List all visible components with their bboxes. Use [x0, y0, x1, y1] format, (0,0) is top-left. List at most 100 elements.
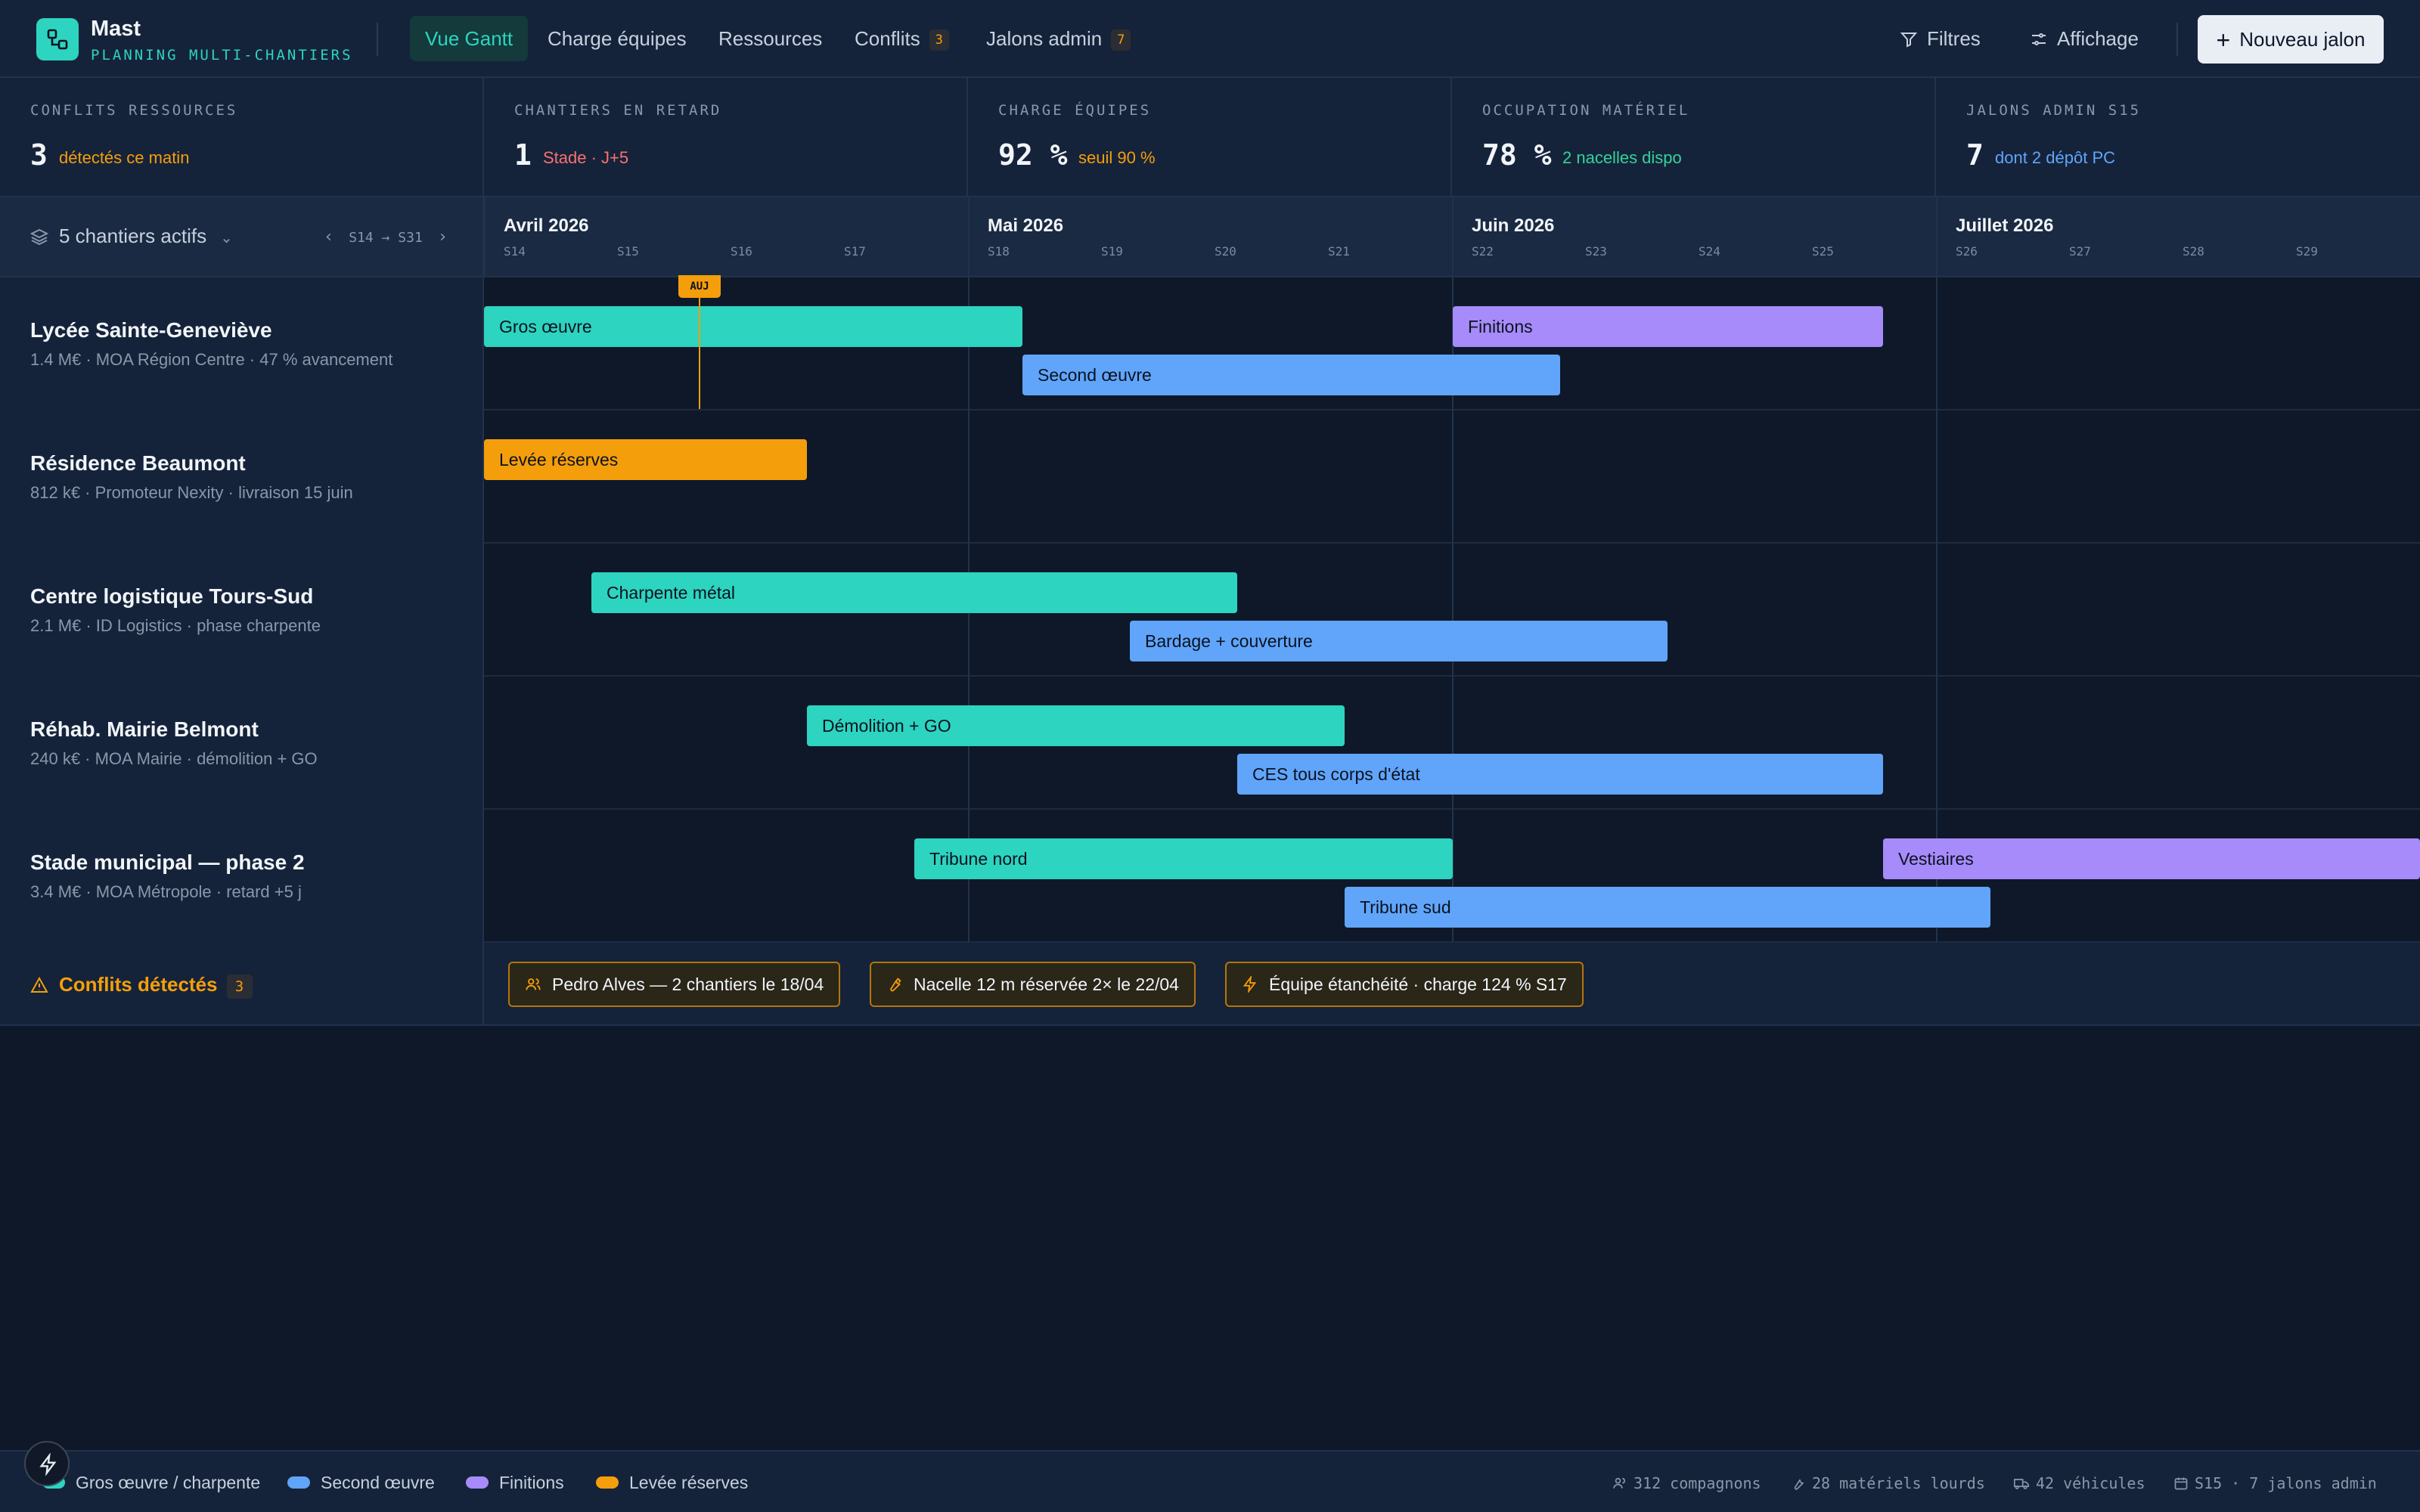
tab-badge: 7	[1111, 29, 1131, 51]
tab-vue-gantt[interactable]: Vue Gantt	[410, 16, 529, 61]
kpi-note: dont 2 dépôt PC	[1995, 148, 2116, 167]
stat-label: 28 matériels lourds	[1812, 1474, 1985, 1492]
kpi-label: CHANTIERS EN RETARD	[514, 102, 722, 119]
projects-count-label: 5 chantiers actifs	[59, 225, 207, 247]
gantt-bar[interactable]: Levée réserves	[484, 439, 807, 480]
bolt-icon	[39, 1453, 57, 1476]
week-label: S17	[844, 244, 866, 259]
stat-equipment: 28 matériels lourds	[1791, 1474, 1985, 1492]
project-meta: 2.1 M€ · ID Logistics · phase charpente	[30, 616, 321, 635]
project-name: Réhab. Mairie Belmont	[30, 717, 259, 741]
conflicts-strip: Conflits détectés 3 Pedro Alves — 2 chant…	[0, 943, 2420, 1026]
kpi-card[interactable]: CHARGE ÉQUIPES 92 % seuil 90 %	[968, 78, 1452, 197]
kpi-card[interactable]: CONFLITS RESSOURCES 3 détectés ce matin	[0, 78, 484, 197]
chevron-right-icon[interactable]: ›	[438, 228, 448, 246]
gantt-bar[interactable]: Bardage + couverture	[1130, 621, 1668, 662]
filters-button[interactable]: Filtres	[1900, 16, 1981, 61]
project-info[interactable]: Lycée Sainte-Geneviève 1.4 M€ · MOA Régio…	[0, 277, 484, 411]
conflicts-title[interactable]: Conflits détectés 3	[30, 973, 253, 999]
conflict-chip[interactable]: Équipe étanchéité · charge 124 % S17	[1225, 962, 1584, 1007]
timeline-month: Juillet 2026 S26 S27 S28 S29	[1936, 197, 2420, 277]
warning-icon	[30, 976, 48, 993]
month-name: Mai 2026	[988, 215, 1064, 236]
week-label: S19	[1101, 244, 1123, 259]
timeline-month: Mai 2026 S18 S19 S20 S21	[968, 197, 1452, 277]
tab-label: Conflits	[855, 27, 920, 50]
week-label: S27	[2069, 244, 2091, 259]
tab-badge: 3	[929, 29, 949, 51]
kpi-card[interactable]: CHANTIERS EN RETARD 1 Stade · J+5	[484, 78, 968, 197]
kpi-label: CHARGE ÉQUIPES	[998, 102, 1152, 119]
display-button[interactable]: Affichage	[2030, 16, 2139, 61]
legend-item: Finitions	[466, 1473, 564, 1493]
week-label: S25	[1812, 244, 1834, 259]
wrench-icon	[890, 978, 901, 992]
top-bar: Mast PLANNING MULTI-CHANTIERS Vue Gantt …	[0, 0, 2420, 78]
kpi-card[interactable]: JALONS ADMIN S15 7 dont 2 dépôt PC	[1936, 78, 2420, 197]
project-name: Résidence Beaumont	[30, 451, 246, 475]
kpi-label: JALONS ADMIN S15	[1966, 102, 2142, 119]
tab-conflits[interactable]: Conflits 3	[839, 16, 964, 61]
project-info[interactable]: Réhab. Mairie Belmont 240 k€ · MOA Mairie…	[0, 677, 484, 810]
kpi-value: 78 %	[1482, 138, 1552, 172]
projects-dropdown[interactable]: 5 chantiers actifs ⌄	[29, 225, 233, 248]
display-label: Affichage	[2057, 27, 2139, 50]
kpi-value: 7	[1966, 138, 1984, 172]
gantt-bar[interactable]: Finitions	[1453, 306, 1883, 347]
legend-swatch	[596, 1476, 619, 1489]
project-info[interactable]: Stade municipal — phase 2 3.4 M€ · MOA Mé…	[0, 810, 484, 943]
plus-icon: +	[2216, 26, 2231, 54]
footer-bar: Gros œuvre / charpente Second œuvre Fini…	[0, 1450, 2420, 1512]
week-label: S29	[2296, 244, 2318, 259]
tab-jalons-admin[interactable]: Jalons admin 7	[971, 16, 1146, 61]
sliders-icon	[2032, 33, 2046, 45]
tab-label: Ressources	[718, 27, 823, 50]
week-label: S18	[988, 244, 1010, 259]
kpi-card[interactable]: OCCUPATION MATÉRIEL 78 % 2 nacelles disp…	[1452, 78, 1936, 197]
bolt-icon	[1243, 974, 1257, 994]
timeline-month: Avril 2026 S14 S15 S16 S17	[484, 197, 968, 277]
week-range-label: S14 → S31	[349, 230, 423, 246]
project-name: Stade municipal — phase 2	[30, 850, 305, 874]
gantt-bar[interactable]: Second œuvre	[1022, 355, 1560, 395]
project-info[interactable]: Centre logistique Tours-Sud 2.1 M€ · ID L…	[0, 544, 484, 677]
gantt-bar[interactable]: Vestiaires	[1883, 838, 2420, 879]
filter-icon	[1900, 33, 1918, 48]
stat-vehicles: 42 véhicules	[2013, 1474, 2145, 1492]
gantt-bar[interactable]: Démolition + GO	[807, 705, 1345, 746]
legend-label: Gros œuvre / charpente	[76, 1473, 261, 1492]
legend-label: Finitions	[499, 1473, 564, 1492]
kpi-note: détectés ce matin	[59, 148, 190, 167]
project-name: Centre logistique Tours-Sud	[30, 584, 314, 608]
gantt-bar[interactable]: CES tous corps d'état	[1237, 754, 1883, 795]
conflicts-header: Conflits détectés 3	[0, 943, 484, 1026]
project-meta: 1.4 M€ · MOA Région Centre · 47 % avance…	[30, 350, 393, 369]
tab-ressources[interactable]: Ressources	[703, 16, 837, 61]
gantt-bar[interactable]: Gros œuvre	[484, 306, 1022, 347]
tab-charge-equipes[interactable]: Charge équipes	[532, 16, 702, 61]
new-milestone-button[interactable]: + Nouveau jalon	[2198, 15, 2384, 64]
app-logo-icon[interactable]	[36, 18, 79, 60]
legend-label: Second œuvre	[321, 1473, 435, 1492]
project-info[interactable]: Résidence Beaumont 812 k€ · Promoteur Nex…	[0, 411, 484, 544]
chevron-left-icon[interactable]: ‹	[324, 228, 334, 246]
week-label: S26	[1956, 244, 1978, 259]
gantt-bar[interactable]: Tribune nord	[914, 838, 1453, 879]
week-label: S20	[1215, 244, 1236, 259]
users-icon	[1613, 1477, 1626, 1489]
conflict-chip-label: Nacelle 12 m réservée 2× le 22/04	[914, 974, 1179, 994]
conflict-chip[interactable]: Pedro Alves — 2 chantiers le 18/04	[508, 962, 841, 1007]
conflict-chip-label: Pedro Alves — 2 chantiers le 18/04	[552, 974, 824, 994]
conflict-chip[interactable]: Nacelle 12 m réservée 2× le 22/04	[870, 962, 1196, 1007]
gantt-bar[interactable]: Charpente métal	[591, 572, 1237, 613]
gantt-bar[interactable]: Tribune sud	[1345, 887, 1990, 928]
tab-label: Charge équipes	[548, 27, 687, 50]
conflicts-title-label: Conflits détectés	[59, 973, 218, 996]
today-marker-label: AUJ	[678, 275, 721, 298]
chevron-down-icon: ⌄	[220, 230, 233, 246]
kpi-note: Stade · J+5	[543, 148, 629, 167]
kpi-note: 2 nacelles dispo	[1562, 148, 1682, 167]
kpi-value: 92 %	[998, 138, 1068, 172]
quick-action-button[interactable]	[24, 1441, 70, 1486]
kpi-value: 1	[514, 138, 532, 172]
